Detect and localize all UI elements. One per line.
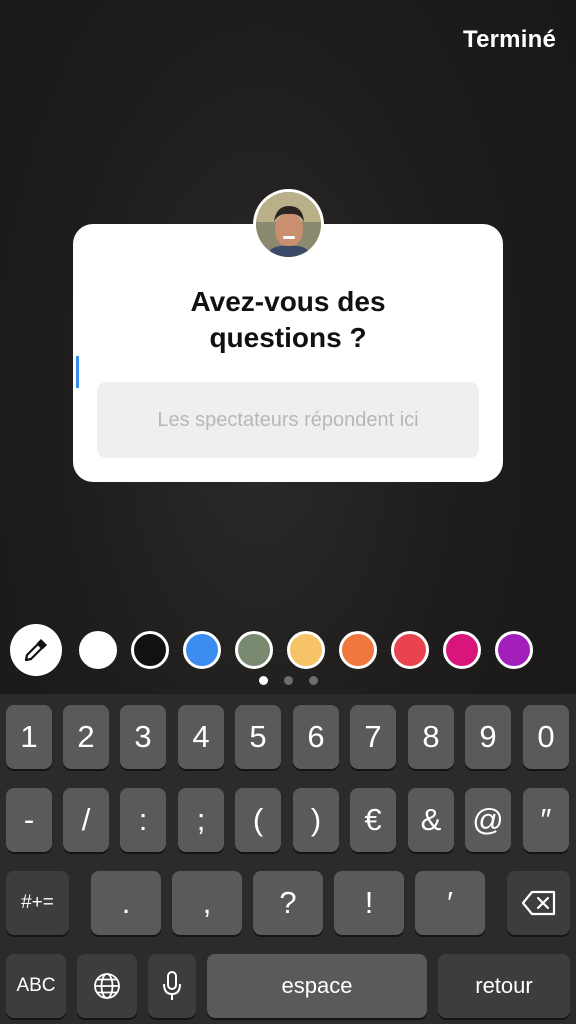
globe-key[interactable] <box>77 954 137 1018</box>
palette-page-indicator[interactable] <box>0 676 576 685</box>
key-5[interactable]: 5 <box>235 705 281 769</box>
key-open-paren[interactable]: ( <box>235 788 281 852</box>
delete-key[interactable] <box>507 871 570 935</box>
key-close-paren[interactable]: ) <box>293 788 339 852</box>
key-hyphen[interactable]: - <box>6 788 52 852</box>
page-dot <box>258 676 268 685</box>
page-dot <box>308 676 318 685</box>
key-0[interactable]: 0 <box>523 705 569 769</box>
question-sticker[interactable]: Avez-vous des questions ? Les spectateur… <box>73 224 503 482</box>
microphone-icon <box>163 971 181 1000</box>
profile-photo <box>256 192 321 257</box>
color-swatch-red[interactable] <box>391 631 429 669</box>
color-swatch-white[interactable] <box>79 631 117 669</box>
key-exclamation[interactable]: ! <box>334 871 404 935</box>
key-7[interactable]: 7 <box>350 705 396 769</box>
key-double-prime[interactable]: ″ <box>523 788 569 852</box>
key-question[interactable]: ? <box>253 871 323 935</box>
key-euro[interactable]: € <box>350 788 396 852</box>
color-swatch-orange[interactable] <box>339 631 377 669</box>
dictation-key[interactable] <box>148 954 196 1018</box>
key-comma[interactable]: , <box>172 871 242 935</box>
key-colon[interactable]: : <box>120 788 166 852</box>
eyedropper-button[interactable] <box>10 624 62 676</box>
color-swatch-olive[interactable] <box>235 631 273 669</box>
color-swatch-purple[interactable] <box>495 631 533 669</box>
text-caret <box>76 356 79 388</box>
space-key[interactable]: espace <box>207 954 427 1018</box>
eyedropper-icon <box>24 639 47 662</box>
key-semicolon[interactable]: ; <box>178 788 224 852</box>
color-swatch-yellow[interactable] <box>287 631 325 669</box>
key-slash[interactable]: / <box>63 788 109 852</box>
color-swatch-black[interactable] <box>131 631 169 669</box>
question-line-1: Avez-vous des <box>190 286 386 317</box>
return-key[interactable]: retour <box>438 954 570 1018</box>
page-dot <box>283 676 293 685</box>
question-text[interactable]: Avez-vous des questions ? <box>73 284 503 388</box>
key-3[interactable]: 3 <box>120 705 166 769</box>
key-1[interactable]: 1 <box>6 705 52 769</box>
avatar <box>253 189 324 260</box>
key-8[interactable]: 8 <box>408 705 454 769</box>
key-period[interactable]: . <box>91 871 161 935</box>
key-at[interactable]: @ <box>465 788 511 852</box>
key-prime[interactable]: ′ <box>415 871 485 935</box>
key-ampersand[interactable]: & <box>408 788 454 852</box>
color-swatch-pink[interactable] <box>443 631 481 669</box>
color-palette <box>10 624 547 676</box>
key-2[interactable]: 2 <box>63 705 109 769</box>
abc-key[interactable]: ABC <box>6 954 66 1018</box>
key-4[interactable]: 4 <box>178 705 224 769</box>
key-9[interactable]: 9 <box>465 705 511 769</box>
question-line-2-text: questions ? <box>209 322 367 353</box>
backspace-icon <box>521 890 555 916</box>
answer-field: Les spectateurs répondent ici <box>97 382 479 458</box>
key-6[interactable]: 6 <box>293 705 339 769</box>
symbols-key[interactable]: #+= <box>6 871 69 935</box>
color-swatch-blue[interactable] <box>183 631 221 669</box>
question-line-2: questions ? <box>73 320 503 388</box>
keyboard: 1 2 3 4 5 6 7 8 9 0 - / : ; ( ) € & @ ″ … <box>0 694 576 1024</box>
globe-icon <box>94 973 120 999</box>
done-button[interactable]: Terminé <box>463 26 556 54</box>
